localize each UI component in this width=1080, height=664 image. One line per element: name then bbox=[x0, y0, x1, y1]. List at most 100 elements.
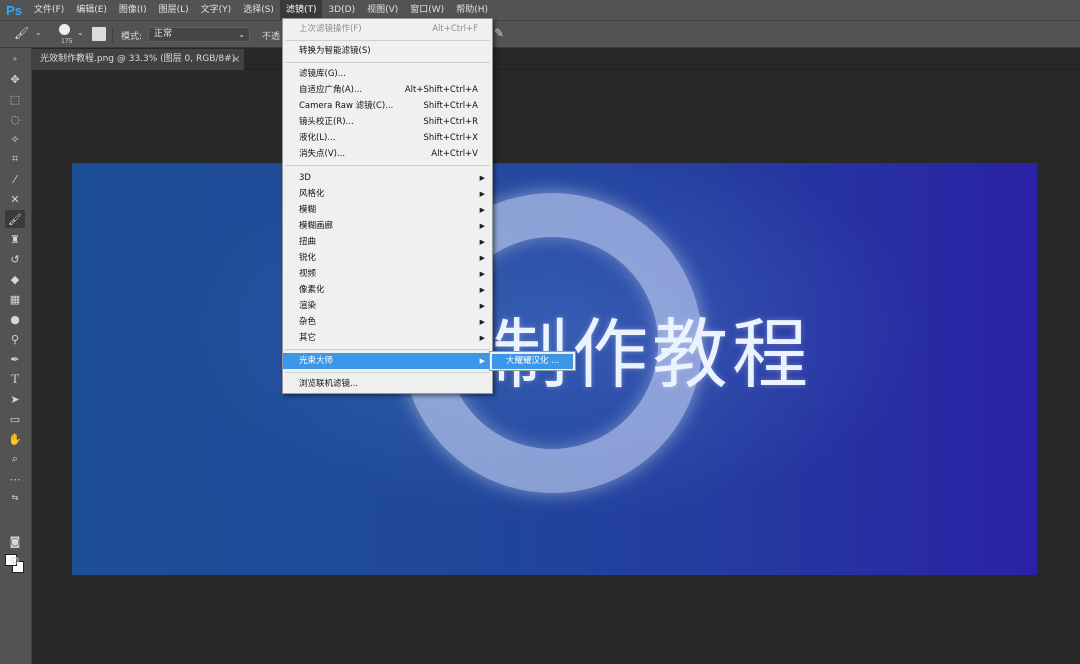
filter-menu-dropdown: 上次滤镜操作(F) Alt+Ctrl+F 转换为智能滤镜(S) 滤镜库(G)..… bbox=[282, 18, 493, 394]
menu-item-distort[interactable]: 扭曲 ▶ bbox=[283, 234, 492, 250]
submenu-arrow-icon: ▶ bbox=[479, 190, 485, 198]
menu-layer[interactable]: 图层(L) bbox=[153, 0, 195, 20]
history-brush-tool-icon[interactable]: ↺ bbox=[5, 250, 25, 268]
submenu-arrow-icon: ▶ bbox=[479, 286, 485, 294]
mode-select[interactable]: 正常 ⌄ bbox=[148, 27, 250, 42]
menu-item-render[interactable]: 渲染 ▶ bbox=[283, 298, 492, 314]
menu-item-label: 浏览联机滤镜... bbox=[299, 379, 359, 389]
menu-item-blur[interactable]: 模糊 ▶ bbox=[283, 202, 492, 218]
submenu-arrow-icon: ▶ bbox=[479, 254, 485, 262]
menu-item-label: 消失点(V)... bbox=[299, 149, 346, 159]
submenu-arrow-icon: ▶ bbox=[479, 302, 485, 310]
menu-separator bbox=[285, 62, 490, 63]
menu-item-browse-filters-online[interactable]: 浏览联机滤镜... bbox=[283, 376, 492, 392]
marquee-tool-icon[interactable]: ⬚ bbox=[5, 90, 25, 108]
chevron-down-icon[interactable]: ⌄ bbox=[77, 28, 84, 37]
eraser-tool-icon[interactable]: ◆ bbox=[5, 270, 25, 288]
menu-separator bbox=[285, 40, 490, 41]
brush-size-value: 175 bbox=[61, 38, 73, 45]
menu-item-other[interactable]: 其它 ▶ bbox=[283, 330, 492, 346]
menu-help[interactable]: 帮助(H) bbox=[450, 0, 494, 20]
menu-item-label: Camera Raw 滤镜(C)... bbox=[299, 101, 394, 111]
menu-bar: Ps 文件(F) 编辑(E) 图像(I) 图层(L) 文字(Y) 选择(S) 滤… bbox=[0, 0, 1080, 20]
path-selection-tool-icon[interactable]: ➤ bbox=[5, 390, 25, 408]
dodge-tool-icon[interactable]: ⚲ bbox=[5, 330, 25, 348]
menu-item-shortcut: Shift+Ctrl+R bbox=[423, 117, 478, 127]
submenu-arrow-icon: ▶ bbox=[479, 270, 485, 278]
options-bar: 🖌 ⌄ 175 ⌄ 模式: 正常 ⌄ 不透 ✎ bbox=[0, 20, 1080, 48]
eyedropper-tool-icon[interactable]: ⁄ bbox=[5, 170, 25, 188]
menu-item-lens-correction[interactable]: 镜头校正(R)... Shift+Ctrl+R bbox=[283, 114, 492, 130]
menu-item-convert-smart-filter[interactable]: 转换为智能滤镜(S) bbox=[283, 43, 492, 59]
brush-tool-icon[interactable]: 🖌 bbox=[5, 210, 25, 228]
brush-tool-icon[interactable]: 🖌 bbox=[14, 26, 29, 40]
menu-item-label: 风格化 bbox=[299, 189, 325, 199]
submenu-arrow-icon: ▶ bbox=[479, 174, 485, 182]
rectangle-tool-icon[interactable]: ▭ bbox=[5, 410, 25, 428]
menu-select[interactable]: 选择(S) bbox=[237, 0, 280, 20]
menu-item-video[interactable]: 视频 ▶ bbox=[283, 266, 492, 282]
screen-mode-icon[interactable]: ⧉ bbox=[5, 552, 25, 570]
menu-3d[interactable]: 3D(D) bbox=[322, 0, 361, 20]
menu-item-beam-master[interactable]: 光束大师 ▶ bbox=[283, 353, 492, 369]
document-tab-title: 光效制作教程.png @ 33.3% (图层 0, RGB/8#) bbox=[40, 54, 236, 64]
move-tool-icon[interactable]: ✥ bbox=[5, 70, 25, 88]
mode-value: 正常 bbox=[154, 29, 173, 39]
swap-colors-icon[interactable]: ⇆ bbox=[5, 488, 25, 506]
hand-tool-icon[interactable]: ✋ bbox=[5, 430, 25, 448]
document-tab-strip: 光效制作教程.png @ 33.3% (图层 0, RGB/8#) × bbox=[32, 49, 1080, 70]
gradient-tool-icon[interactable]: ▦ bbox=[5, 290, 25, 308]
chevron-down-icon[interactable]: ⌄ bbox=[35, 28, 42, 37]
quick-mask-icon[interactable]: ◙ bbox=[5, 532, 25, 550]
menu-filter[interactable]: 滤镜(T) bbox=[279, 0, 323, 20]
submenu-arrow-icon: ▶ bbox=[479, 334, 485, 342]
healing-brush-tool-icon[interactable]: ✕ bbox=[5, 190, 25, 208]
close-icon[interactable]: × bbox=[232, 49, 240, 70]
panel-collapse-icon[interactable]: » bbox=[5, 50, 25, 68]
menu-item-filter-gallery[interactable]: 滤镜库(G)... bbox=[283, 66, 492, 82]
opacity-label: 不透 bbox=[262, 32, 281, 42]
menu-item-blur-gallery[interactable]: 模糊画廊 ▶ bbox=[283, 218, 492, 234]
menu-item-adaptive-wide-angle[interactable]: 自适应广角(A)... Alt+Shift+Ctrl+A bbox=[283, 82, 492, 98]
zoom-tool-icon[interactable]: ⌕ bbox=[5, 450, 25, 468]
menu-item-sharpen[interactable]: 锐化 ▶ bbox=[283, 250, 492, 266]
menu-item-camera-raw[interactable]: Camera Raw 滤镜(C)... Shift+Ctrl+A bbox=[283, 98, 492, 114]
submenu-arrow-icon: ▶ bbox=[479, 238, 485, 246]
brush-panel-icon[interactable] bbox=[92, 27, 106, 41]
menu-item-label: 自适应广角(A)... bbox=[299, 85, 363, 95]
menu-window[interactable]: 窗口(W) bbox=[404, 0, 450, 20]
type-tool-icon[interactable]: T bbox=[5, 370, 25, 388]
submenu-item-localization[interactable]: 大耀耀汉化 ... bbox=[492, 354, 573, 369]
menu-file[interactable]: 文件(F) bbox=[28, 0, 70, 20]
menu-item-vanishing-point[interactable]: 消失点(V)... Alt+Ctrl+V bbox=[283, 146, 492, 162]
menu-edit[interactable]: 编辑(E) bbox=[70, 0, 113, 20]
pressure-pen-icon[interactable]: ✎ bbox=[494, 26, 504, 40]
menu-item-last-filter[interactable]: 上次滤镜操作(F) Alt+Ctrl+F bbox=[283, 21, 492, 37]
menu-item-liquify[interactable]: 液化(L)... Shift+Ctrl+X bbox=[283, 130, 492, 146]
menu-item-stylize[interactable]: 风格化 ▶ bbox=[283, 186, 492, 202]
document-tab[interactable]: 光效制作教程.png @ 33.3% (图层 0, RGB/8#) × bbox=[32, 49, 244, 70]
canvas-title-text: 制作教程 bbox=[492, 310, 812, 399]
menu-item-label: 锐化 bbox=[299, 253, 317, 263]
menu-item-shortcut: Alt+Ctrl+V bbox=[431, 149, 478, 159]
menu-item-label: 杂色 bbox=[299, 317, 317, 327]
crop-tool-icon[interactable]: ⌗ bbox=[5, 150, 25, 168]
pen-tool-icon[interactable]: ✒ bbox=[5, 350, 25, 368]
more-tools-icon[interactable]: ⋯ bbox=[5, 470, 25, 488]
menu-image[interactable]: 图像(I) bbox=[113, 0, 153, 20]
lasso-tool-icon[interactable]: ◌ bbox=[5, 110, 25, 128]
brush-preset-icon[interactable] bbox=[59, 24, 70, 35]
submenu-arrow-icon: ▶ bbox=[479, 318, 485, 326]
tools-panel: » ✥ ⬚ ◌ ✧ ⌗ ⁄ ✕ 🖌 ♜ ↺ ◆ ▦ ● ⚲ ✒ T ➤ ▭ ✋ … bbox=[0, 48, 32, 664]
menu-view[interactable]: 视图(V) bbox=[361, 0, 404, 20]
mode-label: 模式: bbox=[121, 32, 143, 42]
blur-tool-icon[interactable]: ● bbox=[5, 310, 25, 328]
submenu-arrow-icon: ▶ bbox=[479, 206, 485, 214]
menu-item-3d[interactable]: 3D ▶ bbox=[283, 170, 492, 186]
menu-item-pixelate[interactable]: 像素化 ▶ bbox=[283, 282, 492, 298]
menu-item-noise[interactable]: 杂色 ▶ bbox=[283, 314, 492, 330]
clone-stamp-tool-icon[interactable]: ♜ bbox=[5, 230, 25, 248]
menu-type[interactable]: 文字(Y) bbox=[195, 0, 238, 20]
menu-item-label: 滤镜库(G)... bbox=[299, 69, 346, 79]
magic-wand-tool-icon[interactable]: ✧ bbox=[5, 130, 25, 148]
